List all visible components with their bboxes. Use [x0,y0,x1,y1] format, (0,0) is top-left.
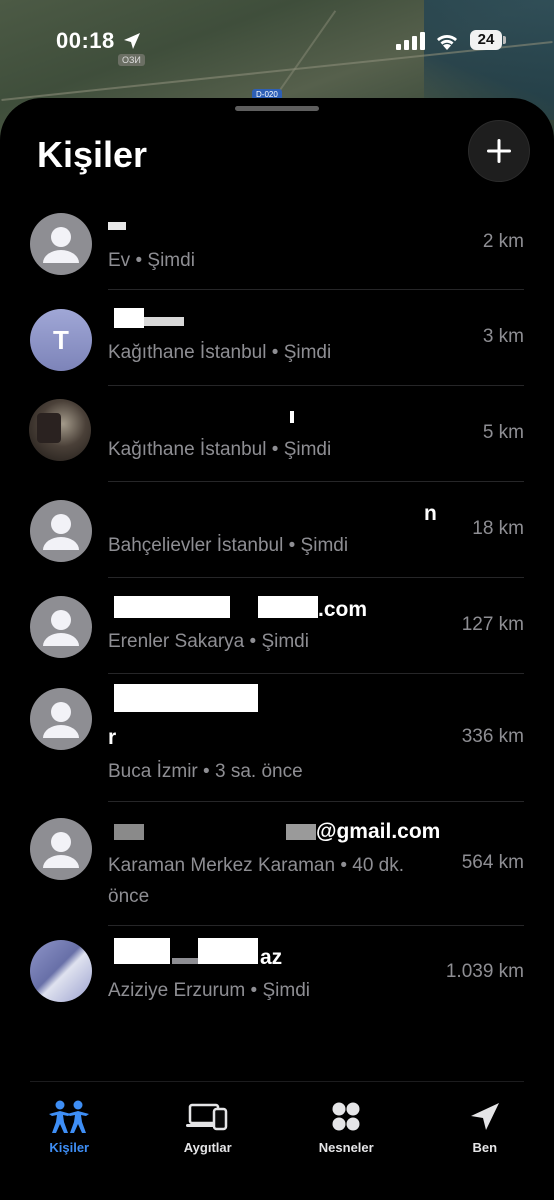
person-updated: Şimdi [147,250,195,271]
person-updated: Şimdi [300,535,349,556]
redaction [114,938,170,964]
redaction [198,938,258,964]
status-bar: 00:18 24 [0,0,554,84]
avatar [30,500,92,562]
person-subtitle: Erenler Sakarya • Şimdi [108,631,309,652]
tab-devices[interactable]: Aygıtlar [139,1096,278,1166]
person-name: .com [318,598,368,621]
person-location: Kağıthane İstanbul [108,342,267,363]
redaction [114,596,230,618]
avatar [30,818,92,880]
person-row[interactable]: az Aziziye Erzurum • Şimdi 1.039 km [0,926,554,1022]
add-person-button[interactable] [468,120,530,182]
person-distance: 5 km [482,422,524,443]
avatar [30,213,92,275]
person-distance: 336 km [461,726,524,747]
person-row[interactable]: r Buca İzmir • 3 sa. önce 336 km [0,674,554,802]
cellular-signal-icon [396,32,425,50]
tab-items[interactable]: Nesneler [277,1096,416,1166]
person-silhouette-icon [43,227,79,263]
person-updated: Şimdi [262,980,310,1001]
person-name: az [260,946,283,969]
people-list: Ev • Şimdi 2 km T Kağıthane İstanbul • Ş… [0,194,554,1022]
person-location: Karaman Merkez Karaman [108,855,336,876]
person-location: Aziziye Erzurum [108,980,246,1001]
person-row[interactable]: Kağıthane İstanbul • Şimdi 5 km [0,386,554,482]
person-silhouette-icon [43,702,79,738]
person-row[interactable]: Ev • Şimdi 2 km [0,194,554,290]
person-distance: 564 km [461,852,524,873]
person-name: n [424,502,437,525]
person-silhouette-icon [43,514,79,550]
person-subtitle: Karaman Merkez Karaman • 40 dk. önce [108,855,405,907]
person-name: @gmail.com [316,820,441,843]
tab-label: Kişiler [49,1140,90,1155]
tab-label: Aygıtlar [183,1140,232,1155]
tab-label: Ben [472,1140,498,1155]
person-updated: Şimdi [283,439,332,460]
person-subtitle: Buca İzmir • 3 sa. önce [108,761,303,782]
redaction [144,317,184,326]
tab-bar: Kişiler Aygıtlar Nesneler Ben [0,1096,554,1166]
redaction [290,411,294,423]
avatar [30,596,92,658]
person-location: Erenler Sakarya [108,631,245,652]
location-services-icon [124,33,140,49]
status-time: 00:18 [56,28,115,53]
devices-icon [185,1100,231,1134]
person-distance: 1.039 km [445,961,524,982]
avatar [30,940,92,1002]
person-row[interactable]: @gmail.com Karaman Merkez Karaman • 40 d… [0,802,554,926]
battery-level: 24 [470,30,502,50]
person-row[interactable]: .com Erenler Sakarya • Şimdi 127 km [0,578,554,674]
people-sheet: Kişiler Ev • Şimdi 2 km T Kağıthane İsta… [0,98,554,1200]
person-distance: 2 km [482,231,524,252]
person-updated: Şimdi [261,631,309,652]
plus-icon [487,139,511,163]
page-title: Kişiler [37,134,148,175]
redaction [114,308,144,328]
sheet-grabber[interactable] [235,106,319,111]
avatar-photo-detail [37,413,61,443]
person-silhouette-icon [43,832,79,868]
person-subtitle: Kağıthane İstanbul • Şimdi [108,439,332,460]
battery-indicator: 24 [470,30,508,52]
wifi-icon [437,35,457,50]
items-icon [323,1100,369,1134]
avatar-initial: T [53,324,69,355]
battery-cap [503,36,506,44]
avatar [29,399,91,461]
tab-people[interactable]: Kişiler [0,1096,139,1166]
person-name: r [108,726,117,749]
people-icon [46,1100,92,1134]
person-distance: 18 km [472,518,524,539]
person-updated: Şimdi [283,342,332,363]
person-distance: 127 km [461,614,524,635]
person-updated: 3 sa. önce [214,761,303,782]
redaction [114,824,144,840]
avatar: T [30,309,92,371]
redaction [108,222,126,230]
redaction [286,824,316,840]
person-location: Kağıthane İstanbul [108,439,267,460]
person-row[interactable]: T Kağıthane İstanbul • Şimdi 3 km [0,290,554,386]
avatar [30,688,92,750]
person-subtitle: Bahçelievler İstanbul • Şimdi [108,535,349,556]
redaction [258,596,318,618]
redaction [172,958,198,964]
person-row[interactable]: n Bahçelievler İstanbul • Şimdi 18 km [0,482,554,578]
location-arrow-icon [462,1100,508,1134]
person-location: Bahçelievler İstanbul [108,535,284,556]
person-location: Buca İzmir [108,761,198,782]
person-subtitle: Ev • Şimdi [108,250,195,271]
tab-bar-divider [30,1081,524,1082]
person-location: Ev [108,250,131,271]
redaction [114,684,258,712]
person-silhouette-icon [43,610,79,646]
tab-me[interactable]: Ben [416,1096,554,1166]
person-subtitle: Aziziye Erzurum • Şimdi [108,980,310,1001]
person-distance: 3 km [482,326,524,347]
tab-label: Nesneler [318,1140,374,1155]
person-subtitle: Kağıthane İstanbul • Şimdi [108,342,332,363]
